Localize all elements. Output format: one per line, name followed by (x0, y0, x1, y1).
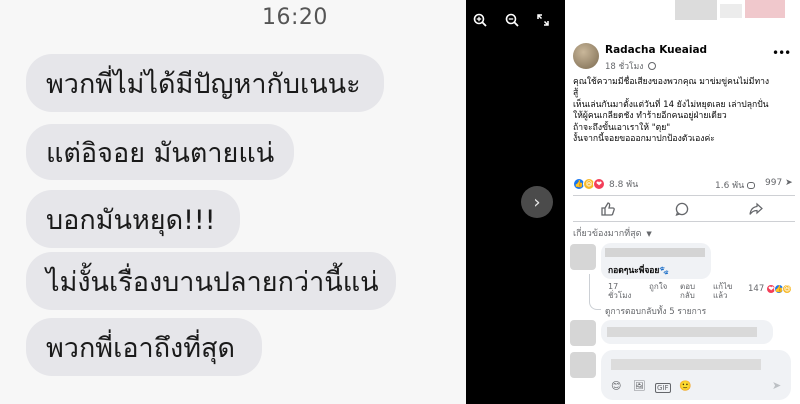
post-text: คุณใช้ความมีชื่อเสียงของพวกคุณ มาข่มขู่ค… (573, 77, 770, 145)
more-options-icon[interactable]: ••• (772, 46, 791, 60)
comment-reactions[interactable]: 147 ❤ 👍 😆 (748, 284, 793, 294)
globe-icon (648, 62, 657, 70)
media-viewer: › (466, 0, 565, 404)
emoji-icon[interactable]: 😊 (611, 381, 621, 392)
blurred-commenter-name (605, 248, 705, 257)
blurred-header-area (745, 0, 785, 18)
reply-thread-line (589, 274, 601, 310)
reactions-count: 8.8 พัน (609, 180, 639, 190)
comment-reply-link[interactable]: ตอบ กลับ (680, 282, 695, 300)
share-icon (749, 202, 763, 215)
sticker-icon: 🐾 (659, 266, 670, 275)
share-button[interactable] (746, 200, 766, 218)
chat-message: พวกพี่ไม่ได้มีปัญหากับเนนะ (26, 54, 384, 112)
comment-bubble-icon (747, 182, 756, 189)
chat-message: บอกมันหยุด!!! (26, 190, 240, 248)
comment-text: กอดๆนะพี่จอย🐾 (608, 266, 670, 276)
post-timestamp[interactable]: 18 ชั่วโมง (605, 59, 657, 73)
blurred-header-area (675, 0, 717, 20)
comment-timestamp[interactable]: 17 ชั่วโมง (608, 282, 631, 300)
comment-like-link[interactable]: ถูกใจ (649, 282, 667, 291)
author-name[interactable]: Radacha Kueaiad (605, 44, 707, 56)
gif-icon[interactable]: GIF (655, 383, 671, 393)
current-user-avatar (570, 352, 596, 378)
blurred-header-area (720, 4, 742, 18)
love-reaction-icon: ❤ (593, 178, 605, 190)
divider (573, 195, 795, 196)
photo-icon[interactable]: 🖼 (633, 381, 646, 392)
chevron-right-icon: › (533, 191, 541, 213)
comment-sort-dropdown[interactable]: เกี่ยวข้องมากที่สุด ▼ (573, 226, 652, 240)
divider (573, 221, 795, 222)
commenter-avatar-blurred[interactable] (570, 320, 596, 346)
comment-bubble: กอดๆนะพี่จอย🐾 (601, 243, 711, 279)
post-panel: Radacha Kueaiad 18 ชั่วโมง ••• คุณใช้ควา… (565, 0, 800, 404)
view-replies-link[interactable]: ดูการตอบกลับทั้ง 5 รายการ (605, 304, 706, 318)
blurred-composer-placeholder (611, 359, 761, 370)
commenter-avatar-blurred[interactable] (570, 244, 596, 270)
comment-button[interactable] (672, 200, 692, 218)
zoom-in-icon[interactable] (469, 9, 491, 31)
like-button[interactable] (598, 200, 618, 218)
comment-composer[interactable]: 😊 🖼 GIF 🙂 ➤ (601, 350, 791, 400)
zoom-out-icon[interactable] (501, 9, 523, 31)
comments-count[interactable]: 1.6 พัน (715, 178, 756, 192)
send-icon[interactable]: ➤ (772, 379, 781, 392)
haha-reaction-icon: 😆 (782, 284, 793, 294)
chat-screenshot-image: 16:20 พวกพี่ไม่ได้มีปัญหากับเนนะ แต่อิจอ… (0, 0, 466, 404)
comment-edited-label[interactable]: แก้ไข แล้ว (713, 282, 733, 300)
next-photo-button[interactable]: › (521, 186, 553, 218)
chat-time: 16:20 (262, 5, 328, 30)
shares-count[interactable]: 997 ➤ (765, 178, 793, 188)
sticker-icon[interactable]: 🙂 (679, 381, 691, 392)
chat-message: ไม่งั้นเรื่องบานปลายกว่านี้แน่ (26, 252, 396, 310)
caret-down-icon: ▼ (646, 230, 652, 238)
comment-icon (675, 202, 689, 216)
blurred-comment-text (607, 327, 757, 337)
author-avatar[interactable] (573, 43, 599, 69)
fullscreen-icon[interactable] (532, 9, 554, 31)
chat-message: พวกพี่เอาถึงที่สุด (26, 318, 262, 376)
share-arrow-icon: ➤ (785, 178, 793, 188)
like-icon (601, 202, 615, 216)
chat-message: แต่อิจอย มันตายแน่ (26, 124, 294, 180)
comment-bubble-blurred (601, 320, 773, 344)
reactions-summary[interactable]: 👍 😆 ❤ 8.8 พัน (573, 177, 638, 191)
